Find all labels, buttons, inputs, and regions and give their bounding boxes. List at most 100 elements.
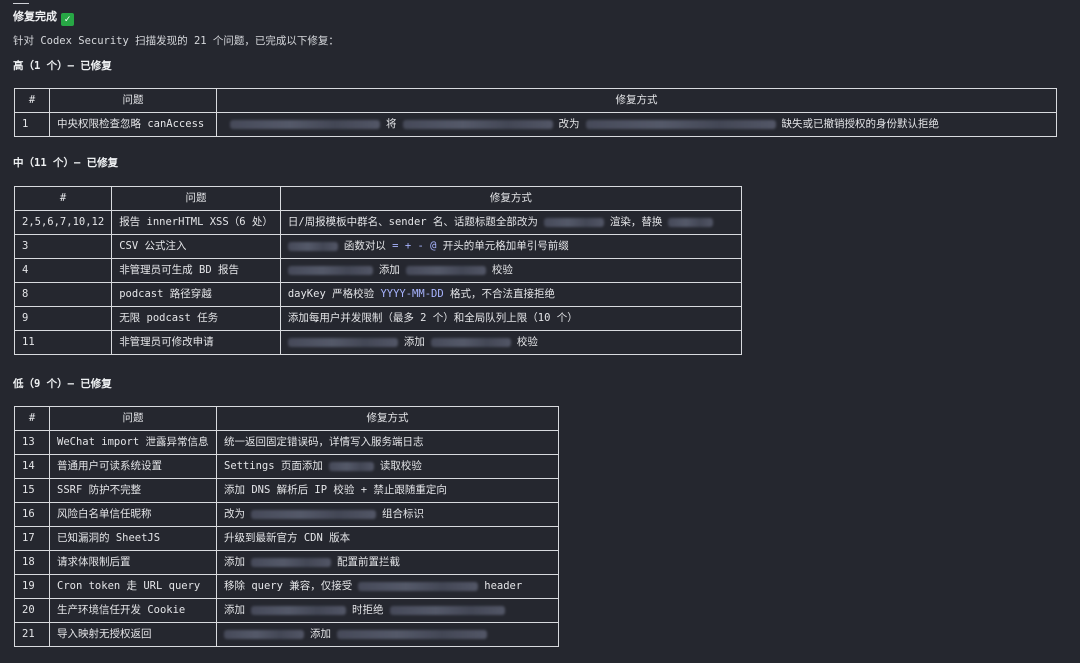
cell-fix: 添加 时拒绝 (216, 598, 559, 623)
col-header-issue: 问题 (49, 406, 217, 431)
cell-issue: 普通用户可读系统设置 (49, 454, 217, 479)
low-issues-table: # 问题 修复方式 13 WeChat import 泄露异常信息 统一返回固定… (14, 406, 559, 647)
cell-fix: 添加 校验 (279, 330, 743, 355)
cell-fix: 添加 DNS 解析后 IP 校验 + 禁止跟随重定向 (216, 478, 559, 503)
table-row: 4 非管理员可生成 BD 报告 添加 校验 (13, 258, 743, 283)
cell-issue: 导入映射无授权返回 (49, 622, 217, 647)
cell-fix: 将改为 缺失或已撤销授权的身份默认拒绝 (216, 112, 1057, 137)
table-row: 8 podcast 路径穿越 dayKey 严格校验 YYYY-MM-DD 格式… (13, 282, 743, 307)
col-header-fix: 修复方式 (279, 186, 743, 211)
cell-issue: podcast 路径穿越 (111, 282, 281, 307)
cell-issue: 无限 podcast 任务 (111, 306, 281, 331)
section-title-high: 高（1 个）— 已修复 (13, 60, 112, 72)
redacted-text (543, 217, 604, 227)
table-row: 15 SSRF 防护不完整 添加 DNS 解析后 IP 校验 + 禁止跟随重定向 (14, 478, 559, 503)
col-header-num: # (14, 88, 50, 113)
cell-issue: 已知漏洞的 SheetJS (49, 526, 217, 551)
cell-num: 9 (13, 306, 113, 331)
cell-num: 8 (13, 282, 113, 307)
cell-fix: 添加 (216, 622, 559, 647)
redacted-text (230, 119, 380, 129)
cell-num: 16 (14, 502, 50, 527)
cell-num: 4 (13, 258, 113, 283)
table-header-row: # 问题 修复方式 (13, 186, 743, 211)
cell-issue: Cron token 走 URL query (49, 574, 217, 599)
cell-issue: 风险白名单信任昵称 (49, 502, 217, 527)
redacted-text (251, 557, 331, 567)
cell-num: 15 (14, 478, 50, 503)
cell-num: 13 (14, 430, 50, 455)
table-row: 18 请求体限制后置 添加 配置前置拦截 (14, 550, 559, 575)
cell-issue: CSV 公式注入 (111, 234, 281, 259)
table-row: 20 生产环境信任开发 Cookie 添加 时拒绝 (14, 598, 559, 623)
cell-issue: 非管理员可修改申请 (111, 330, 281, 355)
table-header-row: # 问题 修复方式 (14, 88, 1057, 113)
cell-fix: 添加 配置前置拦截 (216, 550, 559, 575)
intro-text: 针对 Codex Security 扫描发现的 21 个问题，已完成以下修复： (13, 35, 339, 47)
col-header-issue: 问题 (111, 186, 281, 211)
top-rule (13, 3, 29, 4)
redacted-text (337, 629, 487, 639)
table-row: 11 非管理员可修改申请 添加 校验 (13, 330, 743, 355)
cell-num: 21 (14, 622, 50, 647)
cell-fix: 添加每用户并发限制（最多 2 个）和全局队列上限（10 个） (279, 306, 743, 331)
cell-issue: 中央权限检查忽略 canAccess (49, 112, 217, 137)
table-row: 19 Cron token 走 URL query 移除 query 兼容，仅接… (14, 574, 559, 599)
cell-num: 18 (14, 550, 50, 575)
table-row: 9 无限 podcast 任务 添加每用户并发限制（最多 2 个）和全局队列上限… (13, 306, 743, 331)
col-header-num: # (14, 406, 50, 431)
col-header-issue: 问题 (49, 88, 217, 113)
redacted-text (405, 265, 486, 275)
high-issues-table: # 问题 修复方式 1 中央权限检查忽略 canAccess 将改为 缺失或已撤销… (14, 88, 1057, 137)
cell-issue: 报告 innerHTML XSS（6 处） (111, 210, 281, 235)
cell-num: 17 (14, 526, 50, 551)
redacted-text (389, 605, 505, 615)
table-row: 21 导入映射无授权返回 添加 (14, 622, 559, 647)
col-header-fix: 修复方式 (216, 406, 559, 431)
cell-issue: WeChat import 泄露异常信息 (49, 430, 217, 455)
redacted-text (287, 265, 373, 275)
cell-num: 11 (13, 330, 113, 355)
cell-num: 3 (13, 234, 113, 259)
cell-issue: 生产环境信任开发 Cookie (49, 598, 217, 623)
redacted-text (402, 119, 553, 129)
cell-fix: 添加 校验 (279, 258, 743, 283)
medium-issues-table: # 问题 修复方式 2,5,6,7,10,12 报告 innerHTML XSS… (13, 186, 743, 355)
cell-fix: 升级到最新官方 CDN 版本 (216, 526, 559, 551)
cell-num: 20 (14, 598, 50, 623)
redacted-text (358, 581, 479, 591)
section-title-medium: 中（11 个）— 已修复 (13, 157, 119, 169)
redacted-text (224, 629, 304, 639)
table-header-row: # 问题 修复方式 (14, 406, 559, 431)
cell-fix: 移除 query 兼容，仅接受 header (216, 574, 559, 599)
table-row: 2,5,6,7,10,12 报告 innerHTML XSS（6 处） 日/周报… (13, 210, 743, 235)
table-row: 13 WeChat import 泄露异常信息 统一返回固定错误码，详情写入服务… (14, 430, 559, 455)
table-row: 14 普通用户可读系统设置 Settings 页面添加 读取校验 (14, 454, 559, 479)
cell-fix: dayKey 严格校验 YYYY-MM-DD 格式，不合法直接拒绝 (279, 282, 743, 307)
cell-num: 2,5,6,7,10,12 (13, 210, 113, 235)
table-row: 16 风险白名单信任昵称 改为 组合标识 (14, 502, 559, 527)
cell-fix: 函数对以 = + - @ 开头的单元格加单引号前缀 (279, 234, 743, 259)
redacted-text (430, 337, 511, 347)
cell-issue: 非管理员可生成 BD 报告 (111, 258, 281, 283)
cell-num: 1 (14, 112, 50, 137)
redacted-text (251, 605, 346, 615)
table-row: 17 已知漏洞的 SheetJS 升级到最新官方 CDN 版本 (14, 526, 559, 551)
cell-num: 19 (14, 574, 50, 599)
col-header-fix: 修复方式 (216, 88, 1057, 113)
table-row: 1 中央权限检查忽略 canAccess 将改为 缺失或已撤销授权的身份默认拒绝 (14, 112, 1057, 137)
section-title-low: 低（9 个）— 已修复 (13, 378, 112, 390)
redacted-text (251, 509, 376, 519)
cell-fix: 改为 组合标识 (216, 502, 559, 527)
table-row: 3 CSV 公式注入 函数对以 = + - @ 开头的单元格加单引号前缀 (13, 234, 743, 259)
cell-num: 14 (14, 454, 50, 479)
cell-fix: 统一返回固定错误码，详情写入服务端日志 (216, 430, 559, 455)
check-mark-button-icon: ✓ (61, 13, 74, 26)
redacted-text (668, 217, 714, 227)
redacted-text (328, 461, 374, 471)
redacted-text (287, 241, 338, 251)
redacted-text (287, 337, 398, 347)
redacted-text (585, 119, 776, 129)
cell-fix: 日/周报模板中群名、sender 名、话题标题全部改为 渲染，替换 (279, 210, 743, 235)
cell-issue: 请求体限制后置 (49, 550, 217, 575)
